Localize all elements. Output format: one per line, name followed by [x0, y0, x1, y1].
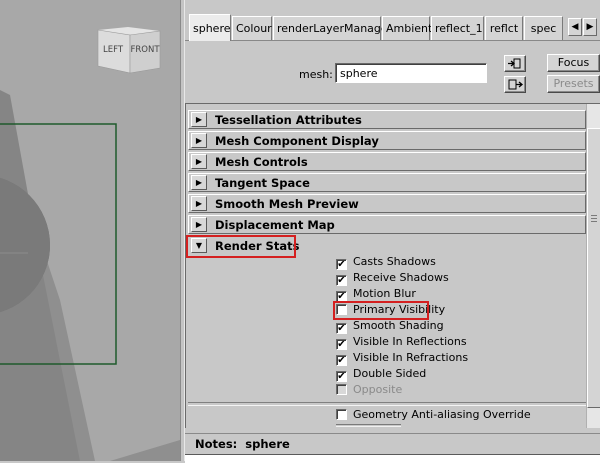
receive-shadows-checkbox[interactable]: ✔ Receive Shadows [336, 271, 449, 287]
section-smooth-mesh-preview[interactable]: ▶ Smooth Mesh Preview [188, 194, 586, 213]
checkmark-icon: ✔ [336, 323, 347, 334]
notes-node-name: sphere [245, 437, 290, 451]
tab-reflect-1[interactable]: reflect_1 [431, 16, 484, 40]
section-mesh-controls[interactable]: ▶ Mesh Controls [188, 152, 586, 171]
load-attributes-button[interactable] [504, 55, 526, 72]
load-attributes-icon [508, 58, 521, 69]
viewport-scene: LEFT FRONT [0, 27, 180, 461]
render-stats-highlight [186, 235, 296, 258]
attribute-editor: sphere Colour renderLayerManager Ambient… [185, 0, 600, 463]
collapse-arrow-icon[interactable]: ▶ [191, 133, 207, 148]
checkmark-icon: ✔ [336, 371, 347, 382]
checkmark-icon: ✔ [336, 259, 347, 270]
notes-panel: Notes: sphere [185, 433, 600, 463]
node-tab-bar: sphere Colour renderLayerManager Ambient… [185, 14, 600, 41]
section-title: Tessellation Attributes [215, 113, 362, 127]
collapse-arrow-icon[interactable]: ▶ [191, 175, 207, 190]
section-title: Mesh Controls [215, 155, 308, 169]
section-tessellation-attributes[interactable]: ▶ Tessellation Attributes [188, 110, 586, 129]
tab-ambient[interactable]: Ambient [382, 16, 432, 40]
mesh-label: mesh: [299, 68, 333, 81]
section-tangent-space[interactable]: ▶ Tangent Space [188, 173, 586, 192]
tab-colour[interactable]: Colour [232, 16, 272, 40]
opposite-checkbox: Opposite [336, 383, 402, 399]
attribute-panel-scrollbar[interactable] [586, 104, 600, 428]
checkmark-icon: ✔ [336, 355, 347, 366]
collapse-arrow-icon[interactable]: ▶ [191, 196, 207, 211]
checkbox-empty-icon [336, 409, 347, 420]
copy-tab-icon [508, 79, 524, 90]
tab-sphere[interactable]: sphere [189, 14, 231, 41]
casts-shadows-checkbox[interactable]: ✔ Casts Shadows [336, 255, 436, 271]
checkmark-icon: ✔ [336, 275, 347, 286]
separator [188, 402, 586, 406]
double-sided-checkbox[interactable]: ✔ Double Sided [336, 367, 426, 383]
section-title: Tangent Space [215, 176, 310, 190]
tab-spec[interactable]: spec [524, 16, 563, 40]
section-mesh-component-display[interactable]: ▶ Mesh Component Display [188, 131, 586, 150]
presets-button[interactable]: Presets [547, 75, 600, 93]
checkmark-icon: ✔ [336, 339, 347, 350]
3d-viewport[interactable]: LEFT FRONT [0, 0, 180, 461]
viewcube-front-label: FRONT [130, 45, 160, 55]
section-displacement-map[interactable]: ▶ Displacement Map [188, 215, 586, 234]
visible-in-reflections-checkbox[interactable]: ✔ Visible In Reflections [336, 335, 467, 351]
collapse-arrow-icon[interactable]: ▶ [191, 112, 207, 127]
collapse-arrow-icon[interactable]: ▶ [191, 217, 207, 232]
notes-label: Notes: sphere [195, 437, 290, 451]
geometry-aa-override-checkbox[interactable]: Geometry Anti-aliasing Override [336, 408, 531, 424]
slider-groove [336, 424, 401, 427]
smooth-shading-checkbox[interactable]: ✔ Smooth Shading [336, 319, 444, 335]
mesh-name-field[interactable] [335, 63, 487, 83]
checkbox-disabled-icon [336, 384, 347, 395]
scrollbar-thumb[interactable] [587, 128, 600, 408]
focus-button[interactable]: Focus [547, 54, 600, 72]
triangle-right-icon[interactable]: ▶ [583, 18, 597, 36]
section-title: Displacement Map [215, 218, 335, 232]
tab-render-layer-manager[interactable]: renderLayerManager [273, 16, 392, 40]
primary-visibility-highlight [333, 301, 429, 320]
viewcube[interactable]: LEFT FRONT [97, 27, 160, 74]
collapse-arrow-icon[interactable]: ▶ [191, 154, 207, 169]
visible-in-refractions-checkbox[interactable]: ✔ Visible In Refractions [336, 351, 468, 367]
triangle-left-icon[interactable]: ◀ [568, 18, 582, 36]
tab-reflct[interactable]: reflct [485, 16, 523, 40]
attribute-panel: ▶ Tessellation Attributes ▶ Mesh Compone… [185, 103, 600, 428]
notes-textarea[interactable] [185, 454, 600, 463]
viewcube-left-label: LEFT [103, 45, 124, 55]
section-title: Mesh Component Display [215, 134, 379, 148]
copy-tab-button[interactable] [504, 76, 526, 93]
section-title: Smooth Mesh Preview [215, 197, 359, 211]
